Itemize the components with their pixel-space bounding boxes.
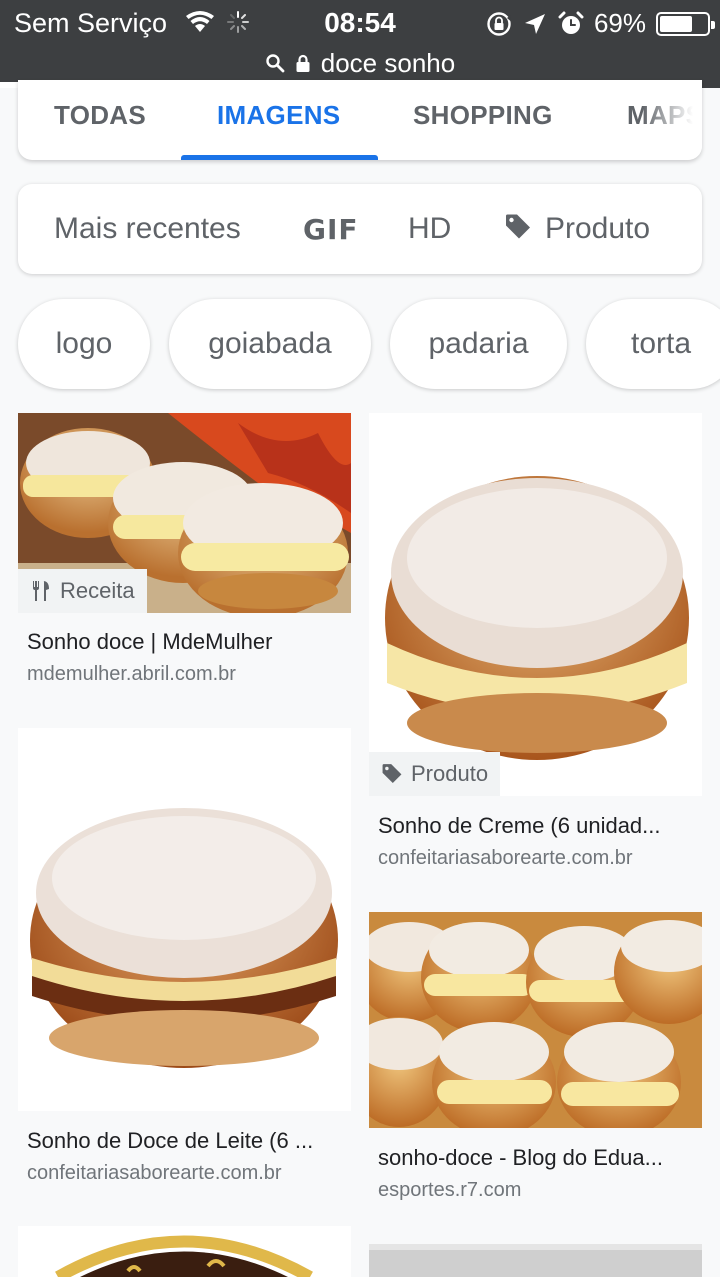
battery-icon bbox=[656, 11, 715, 36]
chip-goiabada[interactable]: goiabada bbox=[169, 299, 371, 389]
logo-photo bbox=[18, 1226, 351, 1277]
donut-photo bbox=[369, 912, 702, 1128]
chip-padaria[interactable]: padaria bbox=[390, 299, 567, 389]
filter-gif[interactable]: GIF bbox=[303, 213, 359, 246]
alarm-clock-icon bbox=[558, 11, 584, 34]
active-tab-indicator bbox=[181, 155, 378, 160]
result-domain: mdemulher.abril.com.br bbox=[27, 663, 236, 685]
search-tabs: TODAS IMAGENS SHOPPING MAPS bbox=[18, 80, 702, 160]
url-text: doce sonho bbox=[320, 47, 456, 78]
result-title[interactable]: sonho-doce - Blog do Edua... bbox=[378, 1145, 663, 1171]
tag-icon bbox=[382, 764, 402, 784]
location-arrow-icon bbox=[524, 13, 545, 34]
result-image[interactable] bbox=[369, 413, 702, 796]
result-domain: confeitariasaborearte.com.br bbox=[378, 847, 633, 869]
lock-icon bbox=[296, 54, 310, 72]
donut-photo bbox=[18, 728, 351, 1111]
tab-shopping[interactable]: SHOPPING bbox=[413, 100, 553, 131]
result-badge: Produto bbox=[369, 752, 501, 796]
filter-bar: Mais recentes GIF HD Produto bbox=[18, 184, 702, 274]
result-title[interactable]: Sonho doce | MdeMulher bbox=[27, 629, 272, 655]
result-image[interactable] bbox=[18, 1226, 351, 1277]
search-icon bbox=[266, 54, 285, 73]
filter-recent[interactable]: Mais recentes bbox=[54, 212, 241, 246]
result-domain: esportes.r7.com bbox=[378, 1179, 522, 1201]
result-title[interactable]: Sonho de Doce de Leite (6 ... bbox=[27, 1128, 313, 1154]
result-image[interactable] bbox=[369, 912, 702, 1128]
result-badge-label: Produto bbox=[411, 761, 489, 786]
photo bbox=[369, 1244, 702, 1277]
tab-imagens[interactable]: IMAGENS bbox=[217, 100, 340, 131]
filter-hd[interactable]: HD bbox=[408, 212, 451, 246]
donut-photo bbox=[369, 413, 702, 796]
rotation-lock-icon bbox=[487, 11, 511, 36]
result-title[interactable]: Sonho de Creme (6 unidad... bbox=[378, 813, 661, 839]
result-domain: confeitariasaborearte.com.br bbox=[27, 1162, 282, 1184]
battery-level bbox=[660, 15, 692, 32]
result-badge: Receita bbox=[18, 569, 147, 613]
chip-torta[interactable]: torta bbox=[586, 299, 720, 389]
tab-todas[interactable]: TODAS bbox=[54, 100, 146, 131]
result-image[interactable] bbox=[18, 728, 351, 1111]
battery-percent: 69% bbox=[593, 8, 646, 38]
status-bar: Sem Serviço 08:54 69% doce sonho bbox=[0, 0, 720, 88]
chip-logo[interactable]: logo bbox=[18, 299, 150, 389]
filter-product[interactable]: Produto bbox=[545, 212, 650, 246]
address-bar[interactable]: doce sonho bbox=[0, 46, 720, 80]
utensils-icon bbox=[33, 581, 49, 601]
result-image[interactable] bbox=[369, 1244, 702, 1277]
result-badge-label: Receita bbox=[60, 578, 135, 603]
tag-icon bbox=[506, 214, 530, 239]
